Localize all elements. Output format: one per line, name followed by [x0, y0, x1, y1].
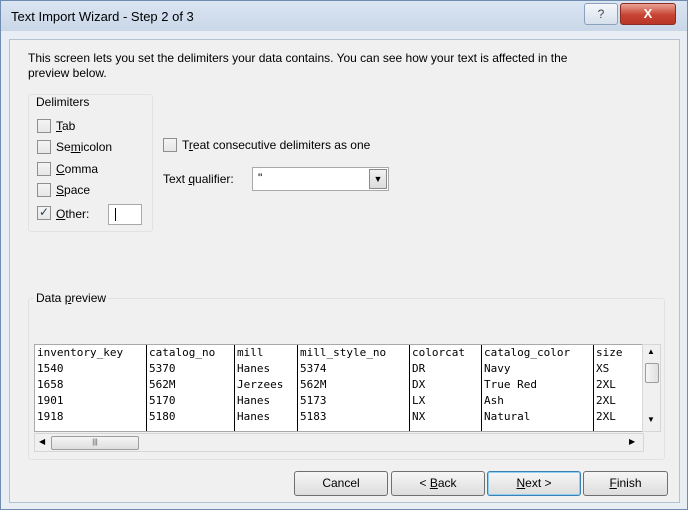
data-preview-area[interactable]: inventory_key 1540 1658 1901 1918 catalo…	[34, 344, 644, 432]
comma-checkbox[interactable]	[37, 162, 51, 176]
preview-cell: mill	[237, 346, 264, 359]
preview-cell: 5370	[149, 362, 176, 375]
space-checkbox[interactable]	[37, 183, 51, 197]
preview-cell: 562M	[300, 378, 327, 391]
preview-cell: 1901	[37, 394, 64, 407]
preview-vertical-scrollbar[interactable]: ▲ ▼	[642, 344, 661, 432]
preview-cell: 2XL	[596, 394, 616, 407]
close-button[interactable]: X	[620, 3, 676, 25]
cancel-button[interactable]: Cancel	[294, 471, 388, 496]
preview-column[interactable]: mill Hanes Jerzees Hanes Hanes	[235, 345, 298, 431]
preview-cell: mill_style_no	[300, 346, 387, 359]
scroll-right-icon[interactable]: ▶	[629, 437, 635, 446]
window-title: Text Import Wizard - Step 2 of 3	[11, 9, 194, 24]
preview-cell: size	[596, 346, 623, 359]
finish-button[interactable]: Finish	[583, 471, 668, 496]
intro-line-2: preview below.	[28, 66, 107, 80]
preview-cell: 1918	[37, 410, 64, 423]
other-delimiter-input[interactable]	[108, 204, 142, 225]
preview-cell: 5170	[149, 394, 176, 407]
tab-checkbox[interactable]	[37, 119, 51, 133]
data-preview-legend: Data preview	[34, 291, 109, 305]
back-button[interactable]: < Back	[391, 471, 485, 496]
preview-cell: Natural	[484, 410, 531, 423]
other-checkbox[interactable]	[37, 205, 51, 220]
preview-cell: 2XL	[596, 410, 616, 423]
delimiters-legend: Delimiters	[34, 95, 92, 109]
preview-cell: True Red	[484, 378, 537, 391]
preview-cell: Hanes	[237, 362, 271, 375]
consecutive-delimiters-checkbox[interactable]	[163, 138, 177, 152]
text-qualifier-select[interactable]: " ▼	[252, 167, 389, 191]
preview-cell: DR	[412, 362, 426, 375]
preview-cell: XS	[596, 362, 610, 375]
preview-cell: Hanes	[237, 394, 271, 407]
preview-column[interactable]: size XS 2XL 2XL 2XL	[594, 345, 643, 431]
preview-column[interactable]: colorcat DR DX LX NX	[410, 345, 482, 431]
consecutive-delimiters-label[interactable]: Treat consecutive delimiters as one	[182, 138, 370, 152]
semicolon-label[interactable]: Semicolon	[56, 140, 112, 154]
preview-cell: Hanes	[237, 410, 271, 423]
horizontal-scroll-thumb[interactable]: |||	[51, 436, 139, 450]
text-qualifier-value: "	[258, 171, 263, 185]
preview-cell: 1540	[37, 362, 64, 375]
preview-cell: 562M	[149, 378, 176, 391]
preview-cell: Navy	[484, 362, 511, 375]
intro-text: This screen lets you set the delimiters …	[28, 51, 648, 81]
preview-cell: catalog_color	[484, 346, 571, 359]
preview-cell: 1658	[37, 378, 64, 391]
preview-cell: 5173	[300, 394, 327, 407]
preview-column[interactable]: catalog_no 5370 562M 5170 5180	[147, 345, 235, 431]
preview-cell: 5183	[300, 410, 327, 423]
comma-label[interactable]: Comma	[56, 162, 98, 176]
preview-cell: LX	[412, 394, 426, 407]
semicolon-checkbox[interactable]	[37, 140, 51, 154]
vertical-scroll-thumb[interactable]	[645, 363, 659, 383]
preview-cell: DX	[412, 378, 426, 391]
preview-cell: catalog_no	[149, 346, 216, 359]
help-button[interactable]: ?	[584, 3, 618, 25]
dialog-content: This screen lets you set the delimiters …	[9, 39, 680, 503]
space-label[interactable]: Space	[56, 183, 90, 197]
scroll-down-icon[interactable]: ▼	[647, 415, 655, 424]
scroll-up-icon[interactable]: ▲	[647, 347, 655, 356]
title-bar: Text Import Wizard - Step 2 of 3 ? X	[1, 1, 687, 31]
text-caret	[115, 208, 116, 221]
intro-line-1: This screen lets you set the delimiters …	[28, 51, 568, 65]
preview-cell: Jerzees	[237, 378, 284, 391]
preview-column[interactable]: inventory_key 1540 1658 1901 1918	[35, 345, 147, 431]
preview-cell: 5180	[149, 410, 176, 423]
scroll-left-icon[interactable]: ◀	[39, 437, 45, 446]
text-import-wizard-window: Text Import Wizard - Step 2 of 3 ? X Thi…	[0, 0, 688, 510]
preview-cell: 5374	[300, 362, 327, 375]
next-button[interactable]: Next >	[487, 471, 581, 496]
preview-cell: colorcat	[412, 346, 465, 359]
preview-cell: inventory_key	[37, 346, 124, 359]
text-qualifier-label: Text qualifier:	[163, 172, 234, 186]
other-label[interactable]: Other:	[56, 207, 89, 221]
preview-cell: NX	[412, 410, 426, 423]
preview-cell: 2XL	[596, 378, 616, 391]
preview-column[interactable]: mill_style_no 5374 562M 5173 5183	[298, 345, 410, 431]
preview-cell: Ash	[484, 394, 504, 407]
chevron-down-icon[interactable]: ▼	[369, 169, 387, 189]
preview-column[interactable]: catalog_color Navy True Red Ash Natural	[482, 345, 594, 431]
preview-horizontal-scrollbar[interactable]: ◀ ||| ▶	[34, 433, 644, 452]
tab-label[interactable]: Tab	[56, 119, 75, 133]
